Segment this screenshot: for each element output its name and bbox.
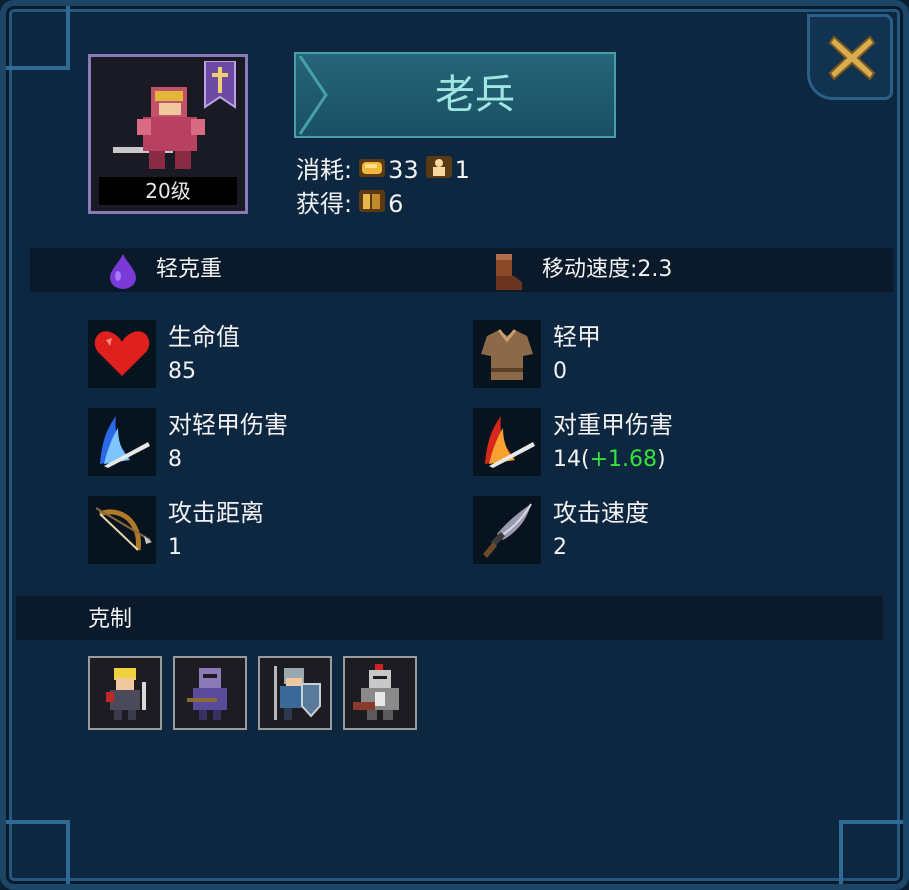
counters-title: 克制 [88,607,133,632]
gold-cost-value: 33 [388,156,419,184]
cost-label: 消耗: [296,156,353,184]
armor-class-label: 轻克重 [156,257,223,282]
blue-slash-icon [100,416,150,468]
stat-value: 0 [553,359,567,384]
population-icon [425,155,453,187]
stat-bonus-value: +1.68 [589,447,657,472]
unit-name: 老兵 [435,72,515,118]
bow-icon [95,507,152,551]
purple-knight-icon [187,668,227,720]
stat-label: 对重甲伤害 [553,411,673,439]
population-cost-value: 1 [454,156,470,184]
chevron-right-icon [298,55,328,135]
heavy-red-plume-knight-icon [353,664,399,720]
stat-value-suffix: ) [657,447,666,472]
light-armor-icon [481,329,533,380]
purple-drop-icon [110,254,136,289]
reward-icon [358,189,386,221]
blonde-swordsman-icon [106,668,146,720]
stat-value: 14(+1.68) [553,444,666,476]
move-speed-label: 移动速度:2.3 [542,257,673,282]
counter-unit-heavy-knight[interactable] [343,656,417,730]
frame-corner [839,820,903,884]
frame-corner [6,6,70,70]
stat-label: 对轻甲伤害 [168,411,288,439]
frame-corner [6,820,70,884]
close-icon [828,35,876,81]
unit-level-label: 20级 [99,177,237,205]
red-slash-icon [485,416,535,468]
boot-icon [496,254,522,290]
close-button[interactable] [807,14,893,100]
stat-label: 攻击速度 [553,499,649,527]
counter-unit-shield-spearman[interactable] [258,656,332,730]
unit-portrait: 20级 [88,54,248,214]
stat-label: 攻击距离 [168,499,264,527]
stat-value: 2 [553,535,567,560]
dagger-icon [483,503,532,558]
unit-name-banner: 老兵 [294,52,616,138]
stat-value: 1 [168,535,182,560]
gain-label: 获得: [296,190,353,218]
stat-value: 85 [168,359,196,384]
reward-value: 6 [388,190,404,218]
stat-label: 生命值 [168,323,240,351]
cost-row: 消耗: 33 1 [296,154,470,186]
unit-info-panel: 20级 老兵 消耗: 33 1 获得: 6 轻克重 移动速度:2.3 生命值 8 [0,0,909,890]
gold-icon [358,155,386,187]
counters-band [16,596,883,640]
stat-label: 轻甲 [553,323,601,351]
shield-spearman-icon [274,666,321,720]
heart-icon [94,331,150,376]
gain-row: 获得: 6 [296,188,403,220]
stat-value: 8 [168,447,182,472]
counter-unit-blonde-swordsman[interactable] [88,656,162,730]
counter-unit-purple-knight[interactable] [173,656,247,730]
stat-base-value: 14( [553,447,590,472]
rank-banner-icon [204,61,236,109]
